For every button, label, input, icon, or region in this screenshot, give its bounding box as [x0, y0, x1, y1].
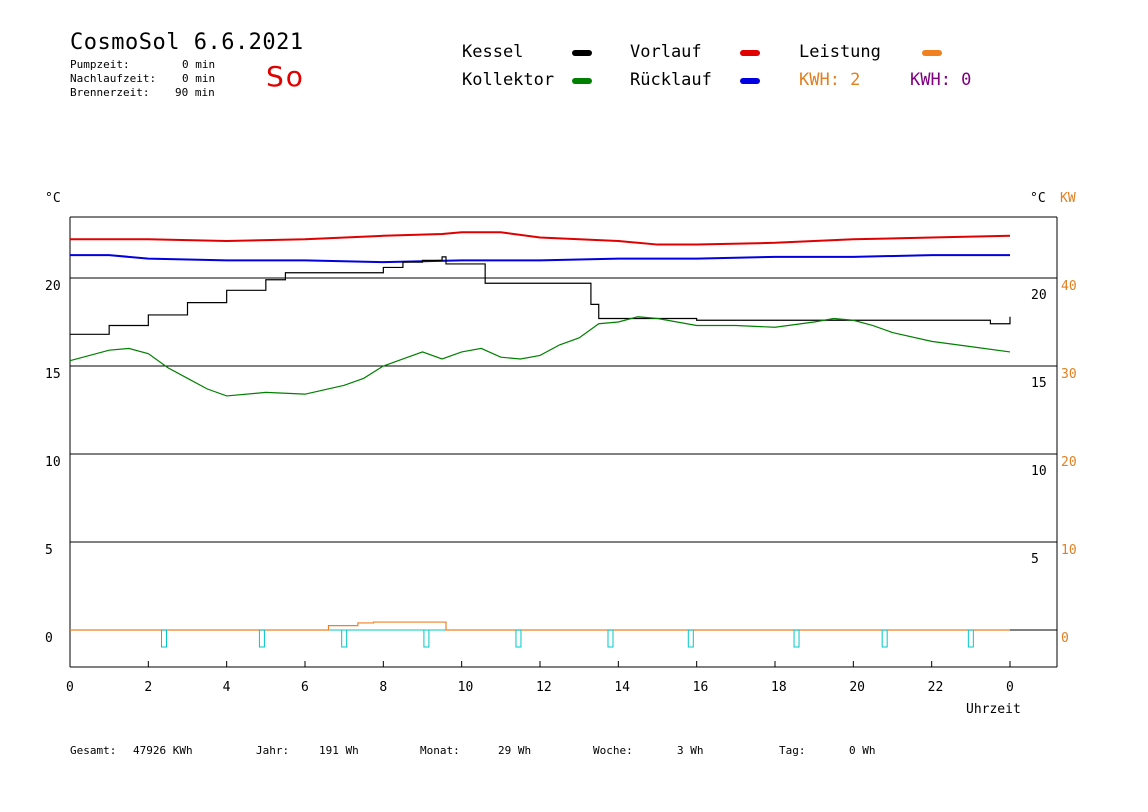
x-tick-label: 2: [144, 680, 152, 695]
x-tick-label: 0: [1006, 680, 1014, 695]
y-right2-tick-label: 10: [1061, 543, 1077, 558]
footer-monat-label: Monat:: [420, 744, 460, 757]
series-ruecklauf: [70, 254, 1010, 264]
x-tick-label: 14: [614, 680, 630, 695]
y-left-tick-label: 0: [45, 631, 53, 646]
x-tick-label: 22: [928, 680, 944, 695]
y-left-tick-label: 10: [45, 455, 61, 470]
y-left-tick-label: 20: [45, 279, 61, 294]
x-tick-label: 10: [458, 680, 474, 695]
x-tick-label: 8: [379, 680, 387, 695]
footer-jahr-value: 191 Wh: [319, 744, 359, 757]
footer-jahr-label: Jahr:: [256, 744, 290, 757]
footer-gesamt-value: 47926 KWh: [133, 744, 193, 757]
pump-marker: [881, 629, 888, 648]
footer-gesamt-label: Gesamt:: [70, 744, 117, 757]
pump-marker: [161, 629, 167, 648]
y-right-tick-label: 15: [1031, 376, 1047, 391]
x-tick-label: 12: [536, 680, 552, 695]
series-kollektor: [69, 316, 1011, 397]
footer-woche-value: 3 Wh: [677, 744, 704, 757]
series-kessel: [70, 256, 1011, 335]
temperature-chart: 20 15 10 5 0 20 15 10 5 40 30 20 10 0 0 2 4 6 8 10 12 14 16 18 2…: [45, 216, 1077, 695]
series-vorlauf: [70, 231, 1011, 246]
series-leistung: [70, 621, 1010, 631]
x-tick-label: 18: [771, 680, 787, 695]
pump-marker: [967, 629, 974, 648]
x-tick-label: 4: [223, 680, 231, 695]
pump-marker: [341, 629, 348, 648]
pump-marker: [687, 629, 694, 648]
y-right-tick-label: 20: [1031, 288, 1047, 303]
x-axis-label: Uhrzeit: [966, 702, 1021, 717]
pump-marker: [515, 629, 522, 648]
footer-tag-value: 0 Wh: [849, 744, 876, 757]
y-right2-tick-label: 40: [1061, 279, 1077, 294]
x-tick-label: 0: [66, 680, 74, 695]
y-right2-tick-label: 20: [1061, 455, 1077, 470]
x-tick-label: 6: [301, 680, 309, 695]
footer-tag-label: Tag:: [779, 744, 806, 757]
pump-marker: [423, 629, 430, 648]
pump-marker: [793, 629, 800, 648]
pump-marker: [258, 629, 265, 648]
y-right2-tick-label: 0: [1061, 631, 1069, 646]
x-tick-label: 20: [849, 680, 865, 695]
y-left-tick-label: 5: [45, 543, 53, 558]
y-right-tick-label: 10: [1031, 464, 1047, 479]
y-right2-tick-label: 30: [1061, 367, 1077, 382]
y-left-tick-label: 15: [45, 367, 61, 382]
x-tick-label: 16: [693, 680, 709, 695]
footer-monat-value: 29 Wh: [498, 744, 532, 757]
footer-woche-label: Woche:: [593, 744, 633, 757]
y-right-tick-label: 5: [1031, 552, 1039, 567]
pump-marker: [607, 629, 614, 648]
